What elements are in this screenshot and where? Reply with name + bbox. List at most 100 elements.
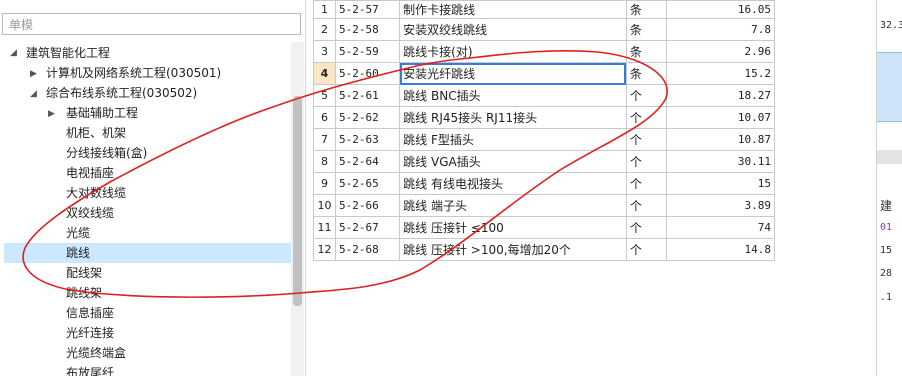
quota-name-cell[interactable]: 跳线 RJ45接头 RJ11接头 (399, 106, 627, 129)
tree-item[interactable]: 分线接线箱(盒) (66, 143, 147, 163)
quota-table: 1 5-2-57 制作卡接跳线条 16.05 2 5-2-58 安装双绞线跳线条 7.8 3 5-… (313, 0, 776, 376)
expand-arrow-icon[interactable]: ▶ (30, 69, 37, 79)
tree-item[interactable]: 大对数线缆 (66, 183, 126, 203)
quantity-cell[interactable]: 10.87 (665, 128, 776, 151)
tree-item[interactable]: 光缆终端盒 (66, 343, 126, 363)
tree-node-cabling-system[interactable]: 综合布线系统工程(030502) (46, 83, 197, 103)
unit-cell[interactable]: 个 (625, 128, 667, 151)
tree-scrollbar[interactable] (291, 42, 304, 376)
table-row[interactable]: 7 5-2-63 跳线 F型插头个 10.87 (313, 128, 776, 151)
table-row[interactable]: 4 5-2-60 安装光纤跳线条 15.2 (313, 62, 776, 85)
unit-cell[interactable]: 条 (625, 0, 667, 19)
tree-node-computer-network[interactable]: 计算机及网络系统工程(030501) (46, 63, 221, 83)
quantity-cell[interactable]: 14.8 (665, 238, 776, 261)
row-index: 10 (313, 194, 336, 217)
unit-cell[interactable]: 条 (625, 18, 667, 41)
quantity-cell[interactable]: 3.89 (665, 194, 776, 217)
quota-code-cell[interactable]: 5-2-64 (334, 150, 401, 173)
quota-name-cell[interactable]: 跳线 VGA插头 (399, 150, 627, 173)
table-row[interactable]: 12 5-2-68 跳线 压接针 >100,每增加20个个 14.8 (313, 238, 776, 261)
unit-cell[interactable]: 个 (625, 194, 667, 217)
tree-node-root[interactable]: 建筑智能化工程 (26, 43, 110, 63)
right-selected-block (877, 52, 902, 122)
tree-item[interactable]: 配线架 (66, 263, 102, 283)
right-cell[interactable]: 01 (880, 222, 892, 233)
quota-name-cell[interactable]: 跳线 压接针 >100,每增加20个 (399, 238, 627, 261)
quota-code-cell[interactable]: 5-2-68 (334, 238, 401, 261)
quota-code-cell[interactable]: 5-2-65 (334, 172, 401, 195)
tree-item[interactable]: 机柜、机架 (66, 123, 126, 143)
category-tree-panel: ◢ 建筑智能化工程 ▶ 计算机及网络系统工程(030501) ◢ 综合布线系统工… (0, 0, 306, 376)
quota-code-cell[interactable]: 5-2-67 (334, 216, 401, 239)
quota-code-cell[interactable]: 5-2-66 (334, 194, 401, 217)
tree-item-selected[interactable]: 跳线 (4, 243, 291, 263)
quota-code-cell[interactable]: 5-2-58 (334, 18, 401, 41)
table-row[interactable]: 9 5-2-65 跳线 有线电视接头个 15 (313, 172, 776, 195)
tree-item[interactable]: 电视插座 (66, 163, 114, 183)
tree-item[interactable]: 光缆 (66, 223, 90, 243)
expand-arrow-icon[interactable]: ▶ (48, 109, 55, 119)
quota-name-cell[interactable]: 安装光纤跳线 (399, 62, 627, 85)
unit-cell[interactable]: 个 (625, 238, 667, 261)
quantity-cell[interactable]: 74 (665, 216, 776, 239)
table-row[interactable]: 3 5-2-59 跳线卡接(对) 条 2.96 (313, 40, 776, 63)
row-index: 4 (313, 62, 336, 85)
table-row[interactable]: 11 5-2-67 跳线 压接针 ≤100 个 74 (313, 216, 776, 239)
quota-name-cell[interactable]: 跳线 F型插头 (399, 128, 627, 151)
collapse-arrow-icon[interactable]: ◢ (10, 48, 17, 58)
quota-name-cell[interactable]: 跳线 端子头 (399, 194, 627, 217)
tree-item[interactable]: 跳线架 (66, 283, 102, 303)
unit-cell[interactable]: 个 (625, 172, 667, 195)
table-row[interactable]: 5 5-2-61 跳线 BNC插头个 18.27 (313, 84, 776, 107)
quota-code-cell[interactable]: 5-2-62 (334, 106, 401, 129)
quantity-cell[interactable]: 30.11 (665, 150, 776, 173)
quota-code-cell[interactable]: 5-2-60 (334, 62, 401, 85)
quantity-cell[interactable]: 7.8 (665, 18, 776, 41)
collapse-arrow-icon[interactable]: ◢ (30, 89, 37, 99)
quota-code-cell[interactable]: 5-2-61 (334, 84, 401, 107)
table-row[interactable]: 6 5-2-62 跳线 RJ45接头 RJ11接头个 10.07 (313, 106, 776, 129)
search-box[interactable] (2, 13, 301, 35)
right-cell[interactable]: 28 (880, 268, 892, 279)
unit-cell[interactable]: 个 (625, 84, 667, 107)
quota-name-cell[interactable]: 跳线卡接(对) (399, 40, 627, 63)
unit-cell[interactable]: 个 (625, 106, 667, 129)
quantity-cell[interactable]: 10.07 (665, 106, 776, 129)
quantity-cell[interactable]: 15.2 (665, 62, 776, 85)
row-index: 11 (313, 216, 336, 239)
quantity-cell[interactable]: 15 (665, 172, 776, 195)
unit-cell[interactable]: 条 (625, 40, 667, 63)
quota-name-cell[interactable]: 跳线 有线电视接头 (399, 172, 627, 195)
table-row[interactable]: 8 5-2-64 跳线 VGA插头个 30.11 (313, 150, 776, 173)
row-index: 12 (313, 238, 336, 261)
row-index: 8 (313, 150, 336, 173)
quantity-cell[interactable]: 16.05 (665, 0, 776, 19)
quota-name-cell[interactable]: 跳线 压接针 ≤100 (399, 216, 627, 239)
right-header-bar (877, 150, 902, 164)
right-cell[interactable]: 15 (880, 245, 892, 256)
right-cell[interactable]: .1 (880, 292, 892, 303)
tree-item[interactable]: 基础辅助工程 (66, 103, 138, 123)
quota-code-cell[interactable]: 5-2-59 (334, 40, 401, 63)
table-row[interactable]: 10 5-2-66 跳线 端子头个 3.89 (313, 194, 776, 217)
scrollbar-thumb[interactable] (293, 96, 302, 306)
tree-item[interactable]: 双绞线缆 (66, 203, 114, 223)
search-input[interactable] (7, 15, 301, 35)
tree-item[interactable]: 布放尾纤 (66, 363, 114, 376)
unit-cell[interactable]: 个 (625, 216, 667, 239)
tree-item[interactable]: 光纤连接 (66, 323, 114, 343)
quantity-cell[interactable]: 2.96 (665, 40, 776, 63)
quantity-cell[interactable]: 18.27 (665, 84, 776, 107)
table-row[interactable]: 1 5-2-57 制作卡接跳线条 16.05 (313, 0, 776, 19)
right-column-header: 建 (880, 199, 893, 213)
unit-cell[interactable]: 个 (625, 150, 667, 173)
quota-code-cell[interactable]: 5-2-57 (334, 0, 401, 19)
quota-code-cell[interactable]: 5-2-63 (334, 128, 401, 151)
quota-name-cell[interactable]: 制作卡接跳线 (399, 0, 627, 19)
unit-cell[interactable]: 条 (625, 62, 667, 85)
quota-name-cell[interactable]: 跳线 BNC插头 (399, 84, 627, 107)
quota-name-cell[interactable]: 安装双绞线跳线 (399, 18, 627, 41)
table-row[interactable]: 2 5-2-58 安装双绞线跳线条 7.8 (313, 18, 776, 41)
tree-item[interactable]: 信息插座 (66, 303, 114, 323)
right-panel: 32.3 建 01 15 28 .1 (876, 0, 902, 376)
